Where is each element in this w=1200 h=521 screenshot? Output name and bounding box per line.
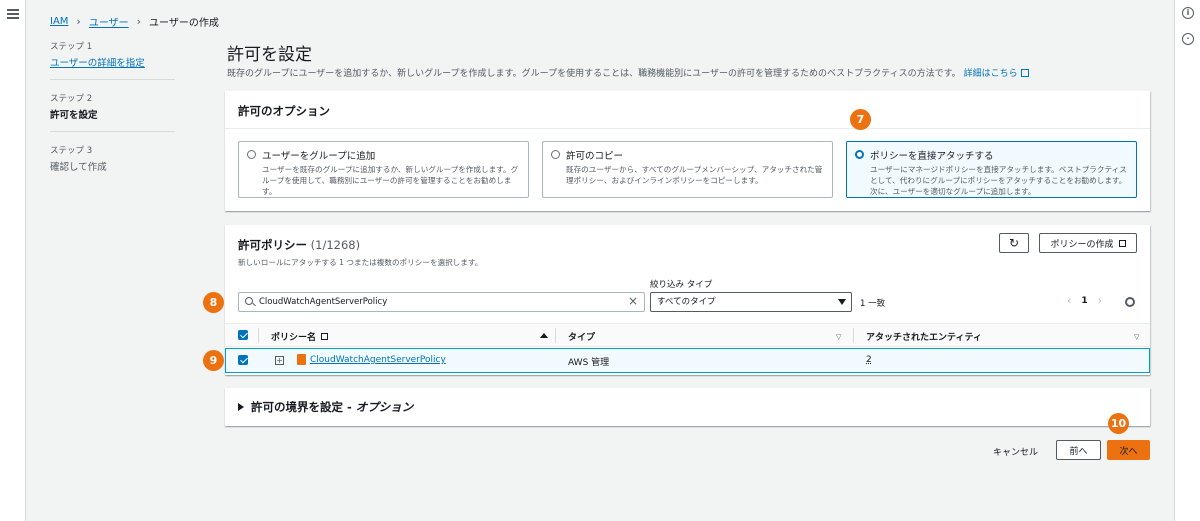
- external-link-icon: [321, 333, 329, 340]
- breadcrumb-iam[interactable]: IAM: [50, 16, 68, 27]
- filter-type-label: 絞り込み タイプ: [650, 280, 713, 290]
- right-rail: i ·: [1174, 0, 1200, 521]
- permission-policies-panel: 許可ポリシー (1/1268) 新しいロールにアタッチする 1 つまたは複数のポ…: [225, 225, 1150, 375]
- step-2: ステップ 2 許可を設定: [50, 92, 175, 132]
- learn-more-label: 詳細はこちら: [963, 69, 1018, 79]
- policies-count: (1/1268): [310, 238, 361, 252]
- permissions-boundary-panel[interactable]: 許可の境界を設定 - オプション: [225, 388, 1150, 426]
- select-all-checkbox[interactable]: [238, 330, 248, 340]
- policy-name-link[interactable]: CloudWatchAgentServerPolicy: [310, 355, 446, 365]
- sort-ascending-icon[interactable]: [540, 333, 548, 338]
- table-row[interactable]: + CloudWatchAgentServerPolicy AWS 管理 2: [225, 348, 1150, 373]
- column-header-policy-name[interactable]: ポリシー名: [271, 330, 329, 343]
- column-header-type[interactable]: タイプ: [568, 330, 595, 343]
- policy-type: AWS 管理: [568, 358, 610, 368]
- option-description: ユーザーを既存のグループに追加するか、新しいグループを作成します。グループを使用…: [262, 165, 519, 196]
- radio-attach-policies[interactable]: [855, 150, 864, 159]
- option-copy-permissions[interactable]: 許可のコピー 既存のユーザーから、すべてのグループメンバーシップ、アタッチされた…: [542, 141, 833, 198]
- step-label-permissions: 許可を設定: [50, 110, 98, 121]
- radio-copy-permissions[interactable]: [551, 150, 560, 159]
- step-badge-8: 8: [203, 292, 224, 313]
- close-icon[interactable]: ×: [628, 294, 638, 308]
- caret-down-icon: [838, 299, 846, 305]
- external-link-icon: [1020, 69, 1029, 77]
- breadcrumb-current: ユーザーの作成: [149, 18, 219, 29]
- attached-entities-count[interactable]: 2: [866, 355, 872, 365]
- menu-icon[interactable]: [7, 9, 19, 19]
- refresh-icon: ↻: [1008, 236, 1020, 250]
- wizard-steps: ステップ 1 ユーザーの詳細を指定 ステップ 2 許可を設定 ステップ 3 確認…: [50, 40, 175, 195]
- refresh-button[interactable]: ↻: [999, 233, 1029, 253]
- boundary-optional: オプション: [355, 400, 414, 414]
- breadcrumb-users[interactable]: ユーザー: [89, 14, 129, 29]
- search-box: ×: [238, 292, 645, 312]
- policy-search-input[interactable]: [259, 295, 619, 309]
- table-header: ポリシー名 タイプ ▽ アタッチされたエンティティ ▽: [225, 323, 1150, 347]
- gear-icon[interactable]: [1125, 297, 1135, 307]
- page-number[interactable]: 1: [1081, 296, 1087, 306]
- policies-title: 許可ポリシー (1/1268): [238, 237, 360, 253]
- column-separator: [258, 328, 259, 343]
- breadcrumb: IAM › ユーザー › ユーザーの作成: [50, 14, 219, 29]
- step-badge-9: 9: [203, 350, 224, 371]
- option-label: 許可のコピー: [566, 151, 624, 162]
- match-count: 1 一致: [860, 299, 886, 309]
- step-number: ステップ 1: [50, 42, 93, 52]
- step-3: ステップ 3 確認して作成: [50, 144, 175, 183]
- type-filter-select[interactable]: すべてのタイプ: [650, 292, 852, 312]
- step-1: ステップ 1 ユーザーの詳細を指定: [50, 40, 175, 80]
- create-policy-label: ポリシーの作成: [1050, 239, 1114, 250]
- step-number: ステップ 2: [50, 94, 93, 104]
- step-badge-7: 7: [850, 109, 871, 130]
- column-separator: [853, 328, 854, 343]
- chevron-left-icon[interactable]: ‹: [1067, 294, 1071, 307]
- row-checkbox[interactable]: [238, 355, 248, 365]
- option-attach-policies[interactable]: ポリシーを直接アタッチする ユーザーにマネージドポリシーを直接アタッチします。ベ…: [846, 141, 1137, 198]
- column-header-entities[interactable]: アタッチされたエンティティ: [866, 330, 982, 343]
- main-content: IAM › ユーザー › ユーザーの作成 ステップ 1 ユーザーの詳細を指定 ス…: [26, 0, 1174, 521]
- policies-title-text: 許可ポリシー: [238, 238, 307, 252]
- learn-more-link[interactable]: 詳細はこちら: [964, 69, 1029, 79]
- step-label-review: 確認して作成: [50, 162, 107, 173]
- pagination: ‹ 1 ›: [1067, 294, 1102, 307]
- option-label: ユーザーをグループに追加: [262, 151, 376, 162]
- search-icon: [245, 297, 253, 305]
- next-button[interactable]: 次へ: [1107, 440, 1150, 460]
- page-description: 既存のグループにユーザーを追加するか、新しいグループを作成します。グループを使用…: [227, 66, 1029, 79]
- sort-icon[interactable]: ▽: [836, 333, 841, 341]
- chevron-right-icon: ›: [136, 15, 142, 28]
- external-link-icon: [1118, 239, 1126, 247]
- cancel-button[interactable]: キャンセル: [993, 445, 1038, 458]
- permission-options-panel: 許可のオプション ユーザーをグループに追加 ユーザーを既存のグループに追加するか…: [225, 91, 1150, 211]
- info-icon[interactable]: i: [1182, 7, 1194, 19]
- option-description: ユーザーにマネージドポリシーを直接アタッチします。ベストプラクティスとして、代わ…: [870, 165, 1127, 196]
- chevron-right-icon[interactable]: ›: [1098, 294, 1102, 307]
- column-label: ポリシー名: [271, 333, 317, 343]
- step-badge-10: 10: [1108, 413, 1129, 434]
- left-rail: [0, 0, 26, 521]
- divider: [225, 128, 1150, 129]
- create-policy-button[interactable]: ポリシーの作成: [1039, 233, 1137, 253]
- aws-managed-policy-icon: [297, 354, 306, 365]
- option-add-to-group[interactable]: ユーザーをグループに追加 ユーザーを既存のグループに追加するか、新しいグループを…: [238, 141, 529, 198]
- panel-title: 許可のオプション: [238, 104, 330, 118]
- radio-add-to-group[interactable]: [247, 150, 256, 159]
- column-separator: [555, 328, 556, 343]
- expand-icon[interactable]: +: [275, 356, 284, 365]
- step-number: ステップ 3: [50, 146, 93, 156]
- boundary-title-text: 許可の境界を設定 -: [251, 400, 356, 414]
- feedback-icon[interactable]: ·: [1182, 33, 1194, 45]
- caret-right-icon[interactable]: [238, 403, 244, 411]
- page-title: 許可を設定: [227, 45, 312, 65]
- option-description: 既存のユーザーから、すべてのグループメンバーシップ、アタッチされた管理ポリシー、…: [566, 165, 823, 185]
- policies-subtitle: 新しいロールにアタッチする 1 つまたは複数のポリシーを選択します。: [238, 258, 483, 267]
- step-link-user-details[interactable]: ユーザーの詳細を指定: [50, 55, 175, 69]
- boundary-title[interactable]: 許可の境界を設定 - オプション: [251, 399, 413, 415]
- option-label: ポリシーを直接アタッチする: [870, 151, 994, 162]
- description-text: 既存のグループにユーザーを追加するか、新しいグループを作成します。グループを使用…: [227, 69, 961, 79]
- sort-icon[interactable]: ▽: [1134, 333, 1139, 341]
- previous-button[interactable]: 前へ: [1056, 440, 1101, 460]
- chevron-right-icon: ›: [76, 15, 81, 28]
- type-filter-value: すべてのタイプ: [657, 297, 716, 307]
